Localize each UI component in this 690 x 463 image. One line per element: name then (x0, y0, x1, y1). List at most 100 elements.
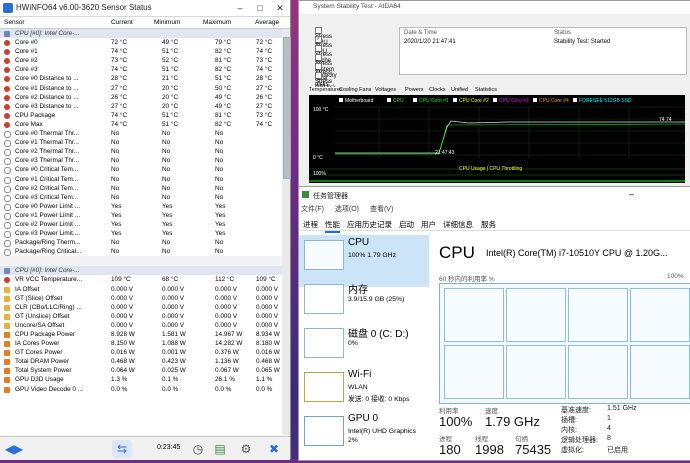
sensor-group-header[interactable]: CPU [#0]: Intel Core-... (0, 29, 282, 39)
sensor-row[interactable]: CLR (CBo/LLC/Ring) ... 0.000 V 0.000 V 0.00… (0, 303, 282, 312)
sensor-average: 74 °C (256, 66, 273, 74)
sensor-row[interactable]: VR VCC Temperature... 109 °C 68 °C 112 °C 10… (0, 275, 282, 284)
sst-tab[interactable]: Cooling Fans (339, 87, 371, 93)
sensor-row[interactable]: CPU Package Power 8.928 W 1.581 W 14.967 W 8… (0, 330, 282, 339)
sensor-row[interactable]: Total System Power 0.064 W 0.025 W 0.067 W 0… (0, 366, 282, 375)
sensor-row[interactable]: Total DRAM Power 0.468 W 0.423 W 1.136 W 0.4… (0, 357, 282, 366)
sensor-row[interactable]: Core #0 Critical Tem... No No No (0, 165, 282, 175)
util-value: 100% (439, 414, 473, 429)
sensor-group-header[interactable]: CPU [#0]: Intel Core-... (0, 266, 282, 276)
sensor-row[interactable]: Core #2 Thermal Thr... No No No (0, 147, 282, 157)
sensor-row[interactable]: Core #3 Power Limit ... Yes Yes Yes (0, 229, 282, 239)
tm-tab[interactable]: 详细信息 (443, 219, 473, 230)
menu-file[interactable]: 文件(F) (301, 206, 324, 213)
resource-name: 内存 (348, 285, 368, 296)
network-icon[interactable]: ⇆ (112, 440, 132, 458)
sensor-row[interactable]: Core #0 Thermal Thr... No No No (0, 129, 282, 139)
tm-tab[interactable]: 进程 (303, 219, 318, 230)
scrollbar-thumb[interactable] (283, 37, 291, 179)
sensor-maximum: No (215, 148, 224, 156)
resource-item-gpu[interactable]: GPU 0 Intel(R) UHD Graphics 2% (299, 411, 429, 463)
sensor-row[interactable]: Core #2 Power Limit ... Yes Yes Yes (0, 220, 282, 229)
sst-tab[interactable]: Temperatures (309, 87, 343, 93)
sst-tab[interactable]: Statistics (475, 87, 497, 93)
sensor-row[interactable]: Core #1 Critical Tem... No No No (0, 175, 282, 184)
sensor-list[interactable]: CPU [#0]: Intel Core-... Core #0 72 °C 49 °… (0, 29, 282, 435)
sensor-row[interactable]: Core Max 74 °C 51 °C 82 °C 74 °C (0, 120, 282, 129)
tm-tab[interactable]: 用户 (421, 219, 436, 230)
hwinfo-titlebar[interactable]: HWiNFO64 v6.00-3620 Sensor Status – □ ✕ (0, 0, 290, 17)
tm-titlebar[interactable]: 任务管理器 – (299, 187, 690, 202)
col-current[interactable]: Current (111, 19, 133, 26)
tm-tab[interactable]: 服务 (481, 219, 496, 230)
sensor-row[interactable]: Core #1 Distance to ... 27 °C 20 °C 50 °C 27… (0, 84, 282, 93)
thermometer-icon (4, 85, 10, 92)
sensor-row[interactable]: CPU Package 74 °C 51 °C 81 °C 73 °C (0, 111, 282, 120)
col-average[interactable]: Average (255, 19, 279, 26)
sensor-row[interactable]: Core #3 Critical Tem... No No No (0, 193, 282, 202)
sensor-row[interactable]: Package/Ring Critical... No No No (0, 247, 282, 257)
menu-options[interactable]: 选项(O) (335, 206, 359, 213)
checkbox-box[interactable]: ✓ (315, 36, 322, 43)
sensor-row[interactable]: Core #0 72 °C 49 °C 79 °C 72 °C (0, 38, 282, 47)
close-sensors-icon[interactable]: ✖ (264, 440, 284, 458)
sensor-maximum: 81 °C (215, 111, 232, 119)
sensor-row[interactable]: Core #0 Power Limit ... Yes Yes Yes (0, 202, 282, 211)
clock-icon[interactable]: ◷ (188, 440, 208, 458)
nav-left-icon[interactable]: ◀▶ (4, 440, 24, 458)
thermometer-icon (4, 67, 10, 74)
sensor-row[interactable]: GT Cores Power 0.016 W 0.001 W 0.376 W 0.016… (0, 348, 282, 357)
tm-minimize-button[interactable]: – (629, 189, 634, 199)
col-maximum[interactable]: Maximum (203, 19, 231, 26)
sensor-row[interactable]: Uncore/SA Offset 0.000 V 0.000 V 0.000 V 0.0… (0, 321, 282, 330)
report-icon[interactable]: ▤ (210, 440, 230, 458)
sensor-row[interactable]: Core #3 74 °C 51 °C 82 °C 74 °C (0, 65, 282, 74)
checkbox-box[interactable] (315, 63, 322, 70)
sensor-row[interactable]: GT (Unslice) Offset 0.000 V 0.000 V 0.000 V… (0, 312, 282, 321)
sensor-row[interactable]: IA Offset 0.000 V 0.000 V 0.000 V 0.000 V (0, 285, 282, 294)
maximize-button[interactable]: □ (250, 0, 270, 16)
checkbox-box[interactable] (315, 45, 322, 52)
minimize-button[interactable]: – (230, 0, 250, 16)
sensor-average: 0.000 V (256, 303, 279, 311)
sensor-row[interactable]: Package/Ring Therm... No No No (0, 238, 282, 248)
sensor-row[interactable]: Core #1 74 °C 51 °C 82 °C 74 °C (0, 47, 282, 56)
settings-icon[interactable]: ⚙ (236, 440, 256, 458)
sensor-minimum: 52 °C (162, 57, 179, 65)
sst-tab[interactable]: Voltages (375, 87, 396, 93)
sensor-maximum: 81 °C (215, 57, 232, 65)
sensor-row[interactable]: Core #1 Power Limit ... Yes Yes Yes (0, 211, 282, 220)
sensor-row[interactable]: GPU Video Decode 0 ... 0.0 % 0.0 % 0.0 % 0.0… (0, 385, 282, 394)
time-label: 21:47:43 (435, 150, 455, 156)
checkbox-box[interactable] (315, 54, 322, 61)
col-minimum[interactable]: Minimum (154, 19, 180, 26)
sst-tab[interactable]: Unified (451, 87, 468, 93)
sensor-row[interactable]: Core #0 Distance to ... 28 °C 21 °C 51 °C 28… (0, 74, 282, 83)
close-button[interactable]: ✕ (270, 0, 290, 16)
sensor-row[interactable]: Core #3 Distance to ... 27 °C 20 °C 49 °C 27… (0, 102, 282, 111)
sensor-minimum: No (162, 175, 171, 183)
sensor-minimum: 21 °C (162, 75, 179, 83)
tm-tab[interactable]: 性能 (325, 219, 340, 233)
sensor-maximum: No (215, 166, 224, 174)
sensor-row[interactable]: Core #1 Thermal Thr... No No No (0, 138, 282, 148)
info-status: Stability Test: Started (554, 39, 611, 45)
checkbox-box[interactable] (315, 72, 322, 79)
col-sensor[interactable]: Sensor (4, 19, 25, 26)
sensor-scrollbar[interactable] (282, 29, 291, 435)
sensor-row[interactable]: IA Cores Power 8.150 W 1.088 W 14.282 W 8.18… (0, 339, 282, 348)
sensor-maximum: 0.000 V (215, 294, 238, 302)
sensor-row[interactable]: Core #2 Distance to ... 26 °C 20 °C 49 °C 26… (0, 93, 282, 102)
sensor-row[interactable]: Core #2 73 °C 52 °C 81 °C 73 °C (0, 56, 282, 65)
tm-tab[interactable]: 应用历史记录 (347, 219, 392, 230)
sst-tab[interactable]: Clocks (429, 87, 446, 93)
sensor-row[interactable]: GPU D3D Usage 1.3 % 0.1 % 26.1 % 1.1 % (0, 375, 282, 384)
sensor-row[interactable]: Core #2 Critical Tem... No No No (0, 184, 282, 193)
tm-tab[interactable]: 启动 (399, 219, 414, 230)
menu-view[interactable]: 查看(V) (370, 206, 393, 213)
sensor-row[interactable]: Core #3 Thermal Thr... No No No (0, 156, 282, 166)
sst-titlebar[interactable]: System Stability Test - AIDA64 (299, 1, 690, 14)
sst-tab[interactable]: Powers (405, 87, 423, 93)
checkbox-box[interactable] (315, 27, 322, 34)
sensor-row[interactable]: GT (Slice) Offset 0.000 V 0.000 V 0.000 V 0.… (0, 294, 282, 303)
